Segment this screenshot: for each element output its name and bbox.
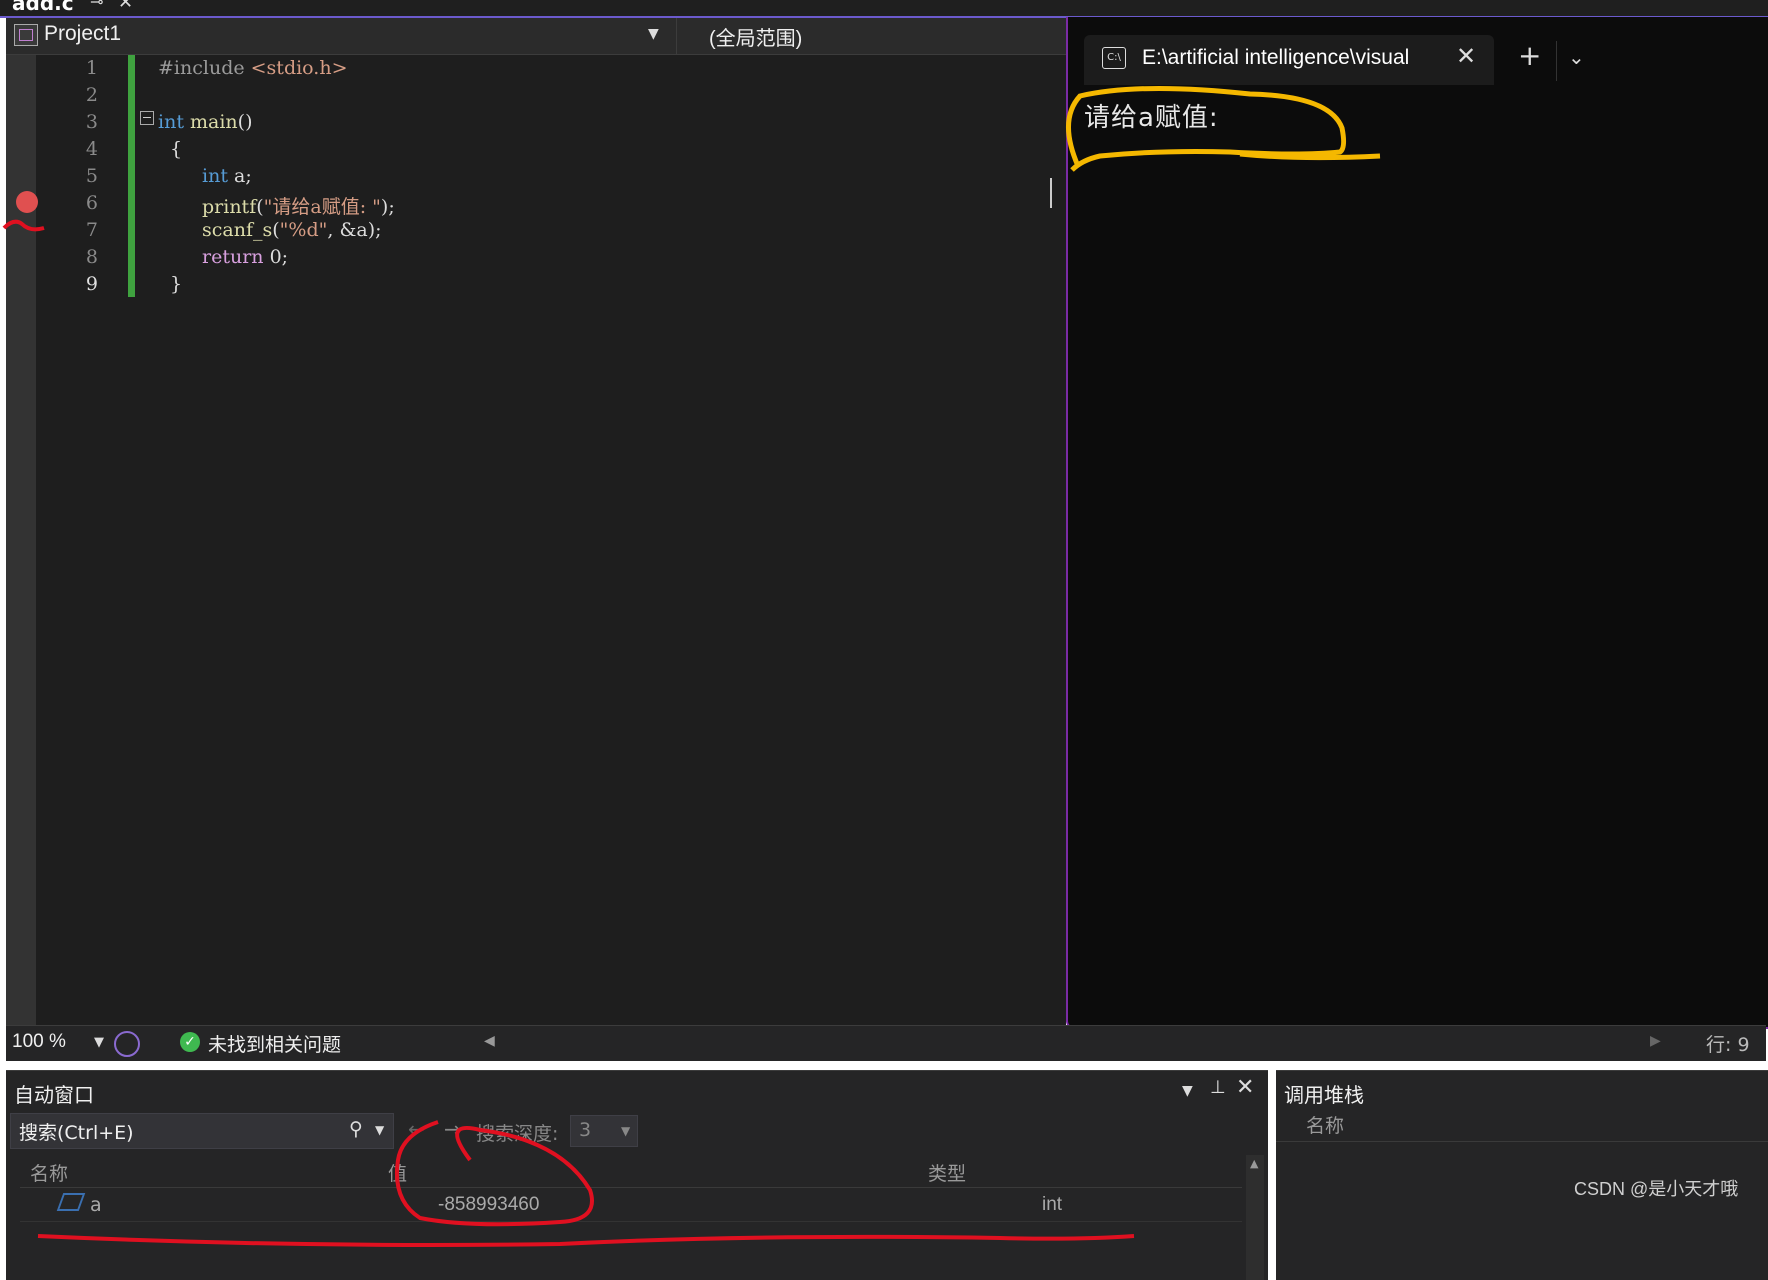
code-token: int <box>202 165 234 187</box>
scroll-up-icon[interactable]: ▲ <box>1250 1157 1258 1170</box>
panel-title: 调用堆栈 <box>1284 1083 1364 1107</box>
divider <box>1556 41 1557 81</box>
code-token: <stdio.h> <box>250 57 348 79</box>
close-icon[interactable]: ✕ <box>1236 1075 1254 1100</box>
code-token: #include <box>158 57 251 79</box>
terminal-tab[interactable]: C:\ E:\artificial intelligence\visual ✕ <box>1084 35 1494 85</box>
chevron-down-icon[interactable]: ▼ <box>94 1035 104 1050</box>
chevron-down-icon[interactable]: ▼ <box>375 1123 384 1137</box>
code-token: 0; <box>269 246 289 268</box>
code-editor[interactable]: 1 2 3 4 5 6 7 8 9 #include <stdio.h> int main() { i… <box>6 55 1066 1025</box>
code-token: } <box>170 273 183 295</box>
check-circle-icon: ✓ <box>180 1032 200 1052</box>
terminal-output: 请给a赋值: <box>1084 103 1219 133</box>
file-tab-title[interactable]: add.c <box>12 0 74 15</box>
search-depth-select[interactable]: 3 ▼ <box>570 1115 638 1147</box>
editor-status-bar: 100 % ▼ ✓ 未找到相关问题 ◀ ▶ 行: 9 <box>6 1025 1766 1061</box>
close-icon[interactable]: ✕ <box>1456 42 1476 70</box>
search-depth-label: 搜索深度: <box>476 1123 559 1145</box>
column-type[interactable]: 类型 <box>928 1159 966 1186</box>
chevron-down-icon[interactable]: ⌄ <box>1568 45 1585 69</box>
line-number: 2 <box>85 84 98 106</box>
chevron-down-icon[interactable]: ▼ <box>621 1124 630 1138</box>
variable-name: a <box>90 1194 102 1216</box>
code-line[interactable]: #include <stdio.h> <box>158 57 348 79</box>
search-icon[interactable]: ⚲ <box>349 1118 363 1140</box>
code-line[interactable]: } <box>170 273 182 295</box>
watermark: CSDN @是小天才哦 <box>1574 1179 1739 1199</box>
intellicode-icon[interactable] <box>114 1031 140 1057</box>
code-token: ( <box>256 196 264 218</box>
line-number: 9 <box>85 273 98 295</box>
pin-icon[interactable]: ⊸ <box>90 0 103 11</box>
close-tab-icon[interactable]: ✕ <box>118 0 133 13</box>
code-token: "请给a赋值: " <box>263 196 381 218</box>
document-tab-strip: add.c ⊸ ✕ <box>0 0 1768 18</box>
code-token: return <box>202 246 270 268</box>
forward-arrow-icon[interactable]: → <box>444 1117 461 1141</box>
line-number: 3 <box>85 111 98 133</box>
new-tab-plus-icon[interactable]: + <box>1518 39 1541 72</box>
autos-window: 自动窗口 ▼ ⊥ ✕ 搜索(Ctrl+E) ⚲ ▼ ← → 搜索深度: 3 ▼ … <box>6 1070 1268 1280</box>
search-depth-value: 3 <box>579 1119 592 1141</box>
project-icon <box>14 24 38 46</box>
vertical-scrollbar[interactable]: ▲ <box>1246 1155 1264 1280</box>
project-dropdown[interactable]: Project1 <box>44 22 121 46</box>
code-token: ); <box>380 196 395 218</box>
code-line[interactable]: int main() <box>158 111 253 133</box>
scope-dropdown[interactable]: (全局范围) <box>676 18 1073 54</box>
pin-icon[interactable]: ⊥ <box>1210 1077 1226 1098</box>
code-line[interactable]: printf("请给a赋值: "); <box>202 192 395 219</box>
code-token: main <box>190 111 238 133</box>
code-token: ( <box>272 219 280 241</box>
code-token: printf <box>202 196 257 218</box>
collapse-icon[interactable] <box>140 111 154 125</box>
code-token: () <box>237 111 253 133</box>
panel-title: 自动窗口 <box>14 1083 94 1107</box>
variable-value[interactable]: -858993460 <box>438 1194 539 1216</box>
code-line[interactable]: int a; <box>202 165 252 187</box>
console-icon: C:\ <box>1102 47 1126 69</box>
variable-icon <box>56 1193 86 1211</box>
search-placeholder: 搜索(Ctrl+E) <box>19 1122 134 1144</box>
search-input[interactable]: 搜索(Ctrl+E) ⚲ ▼ <box>10 1113 394 1149</box>
column-name[interactable]: 名称 <box>1306 1111 1344 1138</box>
line-number: 7 <box>85 219 98 241</box>
back-arrow-icon[interactable]: ← <box>408 1117 425 1141</box>
scope-label: (全局范围) <box>709 28 803 50</box>
table-row[interactable]: a -858993460 int <box>20 1189 1242 1222</box>
breakpoint-icon[interactable] <box>16 191 38 213</box>
code-token: "%d" <box>279 219 328 241</box>
line-number: 6 <box>85 192 98 214</box>
terminal-window[interactable]: C:\ E:\artificial intelligence\visual ✕ … <box>1066 17 1768 1029</box>
cursor-row: 行: 9 <box>1706 1034 1750 1056</box>
variable-type: int <box>1042 1194 1063 1215</box>
change-indicator <box>128 55 135 297</box>
zoom-level[interactable]: 100 % <box>12 1031 66 1053</box>
code-token: { <box>170 138 183 160</box>
chevron-down-icon[interactable]: ▼ <box>648 26 659 42</box>
chevron-down-icon[interactable]: ▼ <box>1182 1083 1193 1099</box>
navigation-bar: Project1 ▼ (全局范围) <box>6 18 1073 55</box>
terminal-tab-title: E:\artificial intelligence\visual <box>1142 46 1410 69</box>
line-number: 1 <box>85 57 98 79</box>
code-token: a; <box>234 165 252 187</box>
divider <box>1276 1141 1768 1142</box>
line-number: 4 <box>85 138 98 160</box>
code-token: scanf_s <box>202 219 273 241</box>
code-line[interactable]: return 0; <box>202 246 288 268</box>
scroll-right-icon[interactable]: ▶ <box>1650 1033 1661 1049</box>
table-header: 名称 值 类型 <box>20 1155 1242 1188</box>
column-value[interactable]: 值 <box>388 1159 407 1186</box>
code-token: int <box>158 111 190 133</box>
issues-status[interactable]: 未找到相关问题 <box>208 1030 341 1057</box>
line-number: 5 <box>85 165 98 187</box>
text-cursor <box>1050 178 1052 208</box>
scroll-left-icon[interactable]: ◀ <box>484 1033 495 1049</box>
code-line[interactable]: { <box>170 138 182 160</box>
code-token: , &a); <box>327 219 382 241</box>
column-name[interactable]: 名称 <box>30 1159 68 1186</box>
code-line[interactable]: scanf_s("%d", &a); <box>202 219 382 241</box>
line-number: 8 <box>85 246 98 268</box>
